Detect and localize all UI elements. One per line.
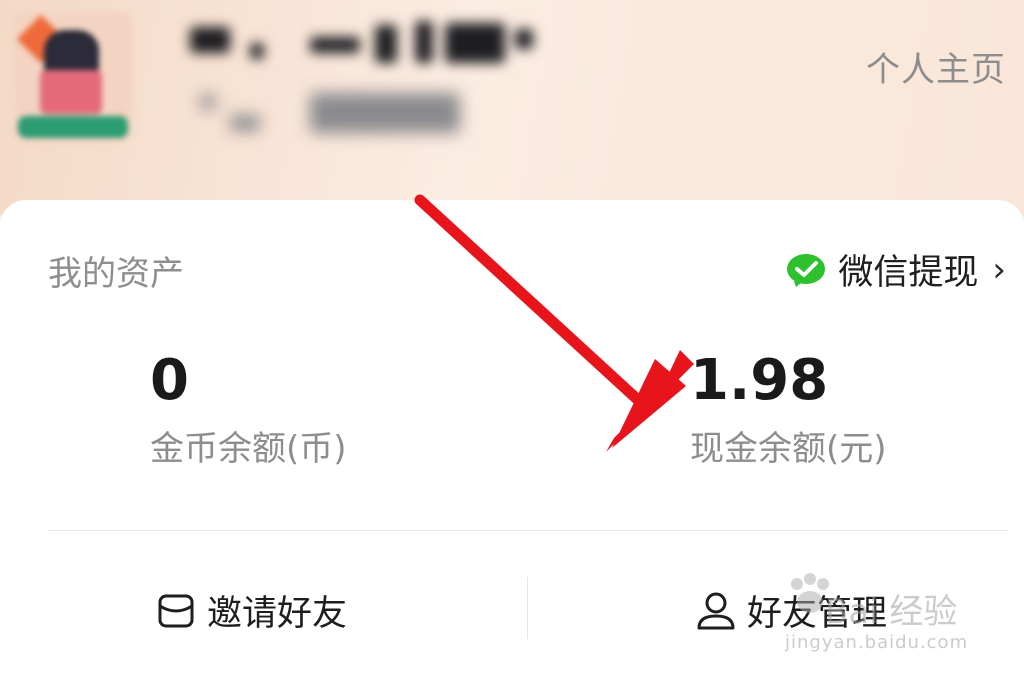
- watermark-text: Bai 经验: [825, 592, 958, 632]
- coin-balance-label: 金币余额(币): [150, 429, 347, 469]
- avatar[interactable]: [14, 12, 132, 142]
- username-blurred: [190, 15, 550, 70]
- cash-balance-value: 1.98: [690, 348, 829, 413]
- coin-balance[interactable]: 0 金币余额(币): [150, 348, 347, 470]
- wechat-icon: [787, 253, 826, 287]
- invite-friends-label: 邀请好友: [207, 594, 348, 634]
- user-info-blurred: [190, 85, 470, 140]
- cash-balance-label: 现金余额(元): [690, 429, 887, 469]
- invite-friends-button[interactable]: 邀请好友: [155, 585, 347, 636]
- mail-icon: [158, 594, 194, 627]
- watermark-url: jingyan.baidu.com: [785, 632, 969, 653]
- withdraw-label: 微信提现: [838, 253, 979, 293]
- assets-title: 我的资产: [48, 254, 184, 294]
- profile-link[interactable]: 个人主页: [866, 42, 1006, 91]
- coin-balance-value: 0: [150, 348, 189, 413]
- chevron-right-icon: ›: [992, 249, 1006, 290]
- wechat-withdraw-button[interactable]: 微信提现 ›: [786, 244, 1006, 295]
- divider: [48, 530, 1008, 531]
- profile-header: 个人主页: [0, 0, 1024, 215]
- person-icon: [697, 592, 735, 629]
- vertical-divider: [527, 577, 528, 639]
- cash-balance[interactable]: 1.98 现金余额(元): [690, 348, 887, 470]
